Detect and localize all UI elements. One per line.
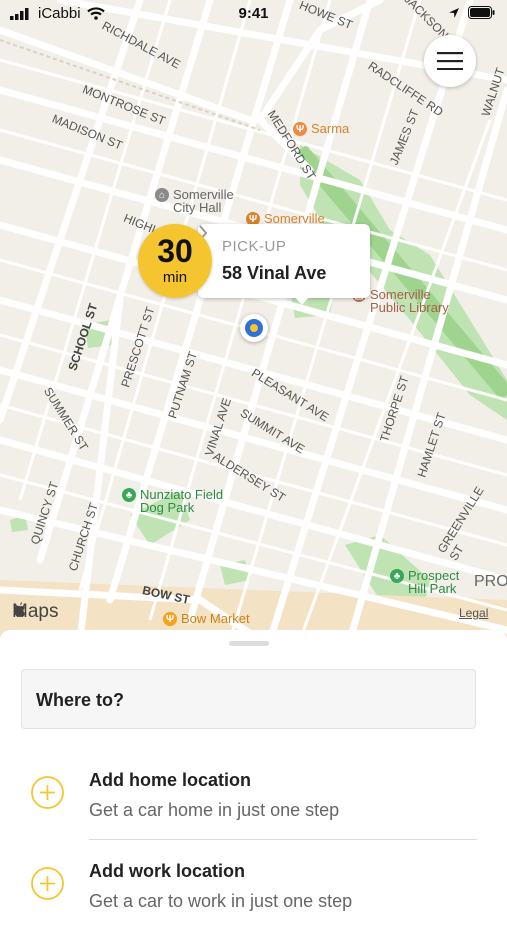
apple-logo-icon xyxy=(14,602,25,617)
poi-dog-park[interactable]: ♣ Nunziato Field Dog Park xyxy=(122,488,248,514)
poi-label: Somerville City Hall xyxy=(173,187,234,215)
status-bar: iCabbi 9:41 xyxy=(0,0,507,28)
sheet-drag-handle[interactable] xyxy=(229,641,269,646)
poi-label: Prospect Hill Park xyxy=(408,568,460,596)
location-arrow-icon xyxy=(449,7,459,18)
eta-unit: min xyxy=(162,269,188,286)
status-time: 9:41 xyxy=(238,5,269,22)
bottom-sheet: Where to? Add home location Get a car ho… xyxy=(0,630,507,911)
battery-icon xyxy=(468,6,495,19)
item-subtitle: Get a car to work in just one step xyxy=(89,891,353,911)
pickup-card[interactable]: PICK-UP 58 Vinal Ave xyxy=(198,224,370,305)
map-view[interactable]: HOWE ST JACKSON RICHDALE AVE MONTROSE ST… xyxy=(0,0,507,640)
search-placeholder: Where to? xyxy=(36,690,124,710)
item-title: Add home location xyxy=(89,770,251,790)
poi-label: Bow Market xyxy=(181,611,250,626)
pickup-callout[interactable]: PICK-UP 58 Vinal Ave 30 min xyxy=(138,224,370,305)
eta-badge: 30 min xyxy=(138,224,212,298)
poi-sarma[interactable]: Ψ Sarma xyxy=(293,122,349,136)
food-icon: Ψ xyxy=(163,612,177,626)
poi-label: Nunziato Field Dog Park xyxy=(140,487,224,515)
poi-label: Somerville Public Library xyxy=(370,287,449,315)
add-home-location-item[interactable]: Add home location Get a car home in just… xyxy=(0,760,507,850)
item-subtitle: Get a car home in just one step xyxy=(89,800,340,820)
poi-bow-market[interactable]: Ψ Bow Market xyxy=(163,612,250,626)
divider xyxy=(89,839,477,840)
food-icon: Ψ xyxy=(293,122,307,136)
hamburger-menu-icon xyxy=(437,52,463,70)
add-work-location-item[interactable]: Add work location Get a car to work in j… xyxy=(0,851,507,941)
legal-link[interactable]: Legal xyxy=(459,606,488,620)
pin-marker xyxy=(245,319,263,337)
add-circle-icon xyxy=(31,867,64,900)
landmark-icon: ⌂ xyxy=(155,188,169,202)
street-label: PRO xyxy=(474,573,507,590)
pin-center xyxy=(250,324,258,332)
poi-city-hall[interactable]: ⌂ Somerville City Hall xyxy=(155,188,245,214)
pickup-address: 58 Vinal Ave xyxy=(222,263,327,283)
add-circle-icon xyxy=(31,776,64,809)
eta-value: 30 xyxy=(157,233,193,269)
pickup-label: PICK-UP xyxy=(222,238,287,255)
callout-pointer xyxy=(294,296,310,305)
pickup-pin[interactable] xyxy=(240,314,268,342)
poi-prospect-hill-park[interactable]: ♣ Prospect Hill Park xyxy=(390,569,478,595)
destination-search-input[interactable]: Where to? xyxy=(21,669,476,729)
park-icon: ♣ xyxy=(390,569,404,583)
menu-button[interactable] xyxy=(424,35,476,87)
park-icon: ♣ xyxy=(122,488,136,502)
maps-attribution: Maps xyxy=(12,601,58,623)
item-title: Add work location xyxy=(89,861,246,881)
poi-label: Sarma xyxy=(311,121,350,136)
